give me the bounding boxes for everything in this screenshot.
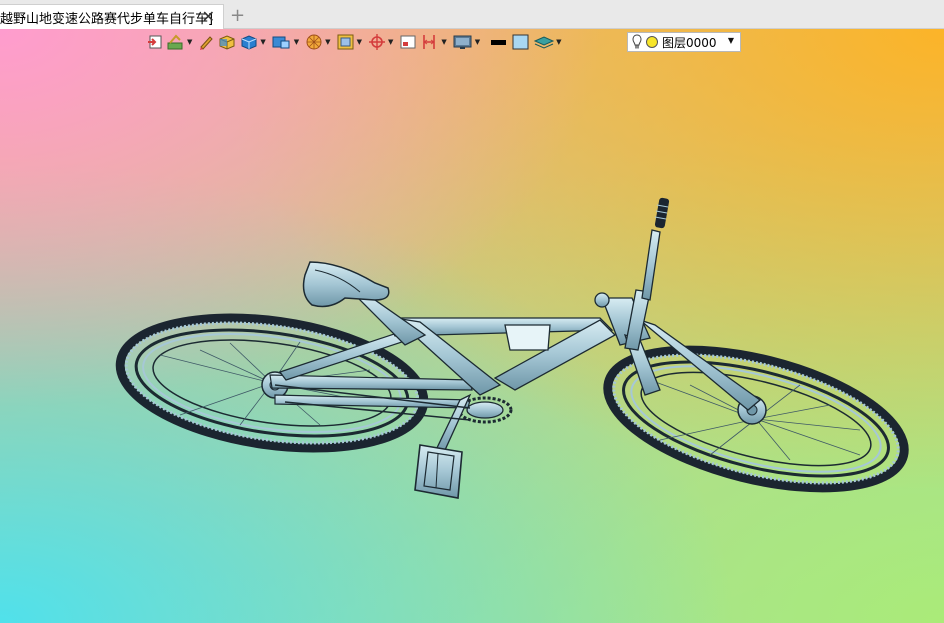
layer-color-icon[interactable] bbox=[645, 35, 659, 49]
view-toolbar: ▼ ▼ ▼ ▼ ▼ ▼ ▼ ▼ ▼ bbox=[146, 30, 565, 54]
dimension-button[interactable]: ▼ bbox=[420, 31, 449, 53]
chevron-down-icon[interactable]: ▼ bbox=[556, 38, 561, 46]
frame-view-icon bbox=[337, 34, 354, 50]
chevron-down-icon[interactable]: ▼ bbox=[357, 38, 362, 46]
select-region-icon bbox=[400, 35, 416, 49]
chevron-down-icon[interactable]: ▼ bbox=[475, 38, 480, 46]
cad-app-window: 越野山地变速公路赛代步单车自行车] ✕ + ▼ ▼ ▼ ▼ ▼ ▼ ▼ ▼ ▼ … bbox=[0, 0, 944, 623]
shaded-solid-button[interactable]: ▼ bbox=[239, 31, 268, 53]
render-sphere-button[interactable]: ▼ bbox=[304, 31, 333, 53]
chevron-down-icon[interactable]: ▼ bbox=[728, 36, 734, 45]
front-fork bbox=[623, 229, 762, 411]
document-tab[interactable]: 越野山地变速公路赛代步单车自行车] ✕ bbox=[0, 4, 224, 29]
draw-color-icon bbox=[167, 34, 183, 50]
display-icon bbox=[453, 35, 472, 49]
document-tab-bar: 越野山地变速公路赛代步单车自行车] ✕ + bbox=[0, 0, 944, 29]
chevron-down-icon[interactable]: ▼ bbox=[294, 38, 299, 46]
shaded-box-icon bbox=[219, 35, 235, 50]
select-region-button[interactable] bbox=[398, 31, 418, 53]
handlebar-grip bbox=[594, 197, 670, 308]
chevron-down-icon[interactable]: ▼ bbox=[187, 38, 192, 46]
chevron-down-icon[interactable]: ▼ bbox=[441, 38, 446, 46]
layers-icon bbox=[533, 36, 555, 49]
3d-viewport[interactable]: ▼ ▼ ▼ ▼ ▼ ▼ ▼ ▼ ▼ 图层0000 ▼ bbox=[0, 29, 944, 623]
pedal bbox=[414, 444, 463, 499]
display-button[interactable]: ▼ bbox=[452, 31, 483, 53]
line-color-button[interactable] bbox=[489, 31, 509, 53]
shaded-box-button[interactable] bbox=[217, 31, 237, 53]
render-sphere-icon bbox=[306, 34, 322, 50]
view-mode-button[interactable]: ▼ bbox=[271, 31, 302, 53]
view-mode-icon bbox=[272, 36, 290, 49]
dimension-icon bbox=[423, 35, 436, 49]
bicycle-model[interactable] bbox=[0, 29, 944, 623]
layer-name: 图层0000 bbox=[662, 35, 717, 50]
layer-dropdown[interactable]: 图层0000 ▼ bbox=[627, 32, 741, 52]
chevron-down-icon[interactable]: ▼ bbox=[260, 38, 265, 46]
pen-icon bbox=[200, 36, 214, 50]
chevron-down-icon[interactable]: ▼ bbox=[388, 38, 393, 46]
shaded-solid-icon bbox=[241, 35, 257, 50]
pen-button[interactable] bbox=[197, 31, 215, 53]
lightbulb-icon[interactable] bbox=[632, 34, 642, 50]
exit-sketch-button[interactable] bbox=[146, 31, 164, 53]
add-tab-icon[interactable]: + bbox=[230, 6, 245, 26]
exit-sketch-icon bbox=[148, 35, 162, 49]
origin-icon bbox=[368, 34, 385, 50]
frame-view-button[interactable]: ▼ bbox=[336, 31, 365, 53]
draw-color-button[interactable]: ▼ bbox=[166, 31, 195, 53]
document-tab-title: 越野山地变速公路赛代步单车自行车] bbox=[0, 11, 214, 27]
origin-button[interactable]: ▼ bbox=[367, 31, 396, 53]
line-color-icon bbox=[491, 40, 507, 45]
layers-button[interactable]: ▼ bbox=[533, 31, 564, 53]
close-icon[interactable]: ✕ bbox=[202, 7, 215, 27]
fill-color-icon bbox=[512, 34, 529, 50]
saddle bbox=[302, 261, 390, 308]
chevron-down-icon[interactable]: ▼ bbox=[325, 38, 330, 46]
fill-color-button[interactable] bbox=[511, 31, 531, 53]
